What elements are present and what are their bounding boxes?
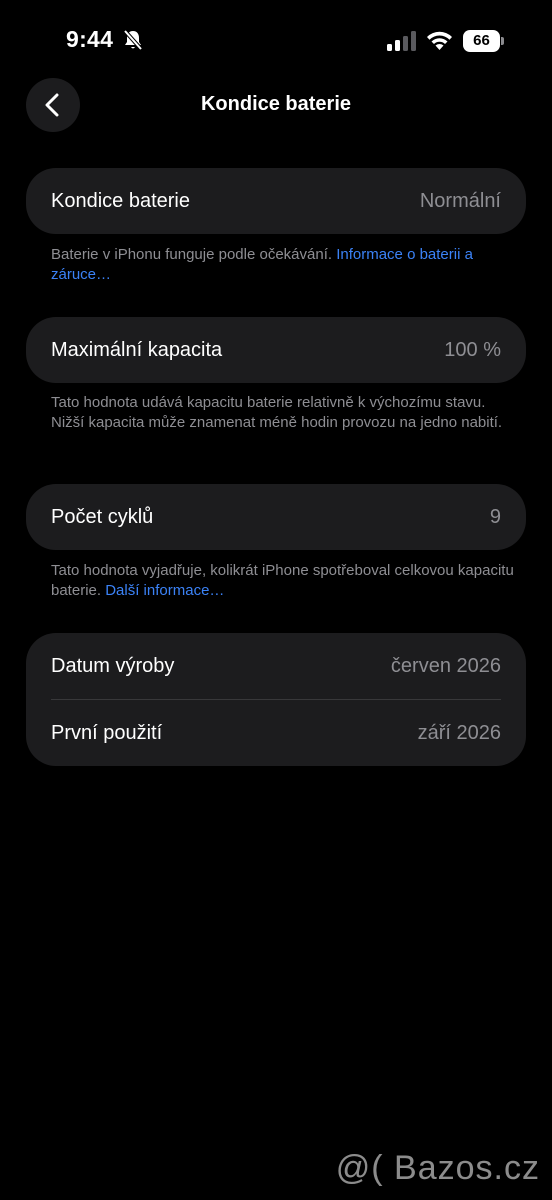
cycle-count-row: Počet cyklů 9 (26, 484, 526, 550)
page-title: Kondice baterie (200, 93, 352, 115)
battery-icon: 66 (463, 30, 505, 52)
watermark: @( Bazos.cz (335, 1149, 540, 1187)
max-capacity-value: 100 % (444, 338, 501, 361)
battery-health-label: Kondice baterie (51, 189, 190, 212)
status-time: 9:44 (66, 26, 114, 52)
battery-health-footnote-text: Baterie v iPhonu funguje podle očekávání… (51, 246, 337, 263)
first-use-row: První použití září 2026 (26, 700, 526, 766)
wifi-icon (426, 29, 453, 51)
battery-health-value: Normální (419, 189, 501, 212)
dates-card: Datum výroby červen 2026 První použití z… (26, 633, 526, 766)
battery-cap (501, 37, 504, 45)
first-use-value: září 2026 (417, 721, 501, 744)
manufacture-date-value: červen 2026 (390, 654, 501, 677)
max-capacity-label: Maximální kapacita (51, 338, 223, 361)
cycle-count-footnote: Tato hodnota vyjadřuje, kolikrát iPhone … (51, 561, 521, 601)
battery-health-footnote: Baterie v iPhonu funguje podle očekávání… (51, 245, 521, 285)
manufacture-date-label: Datum výroby (51, 654, 175, 677)
manufacture-date-row: Datum výroby červen 2026 (26, 633, 526, 699)
max-capacity-footnote: Tato hodnota udává kapacitu baterie rela… (51, 394, 503, 431)
more-info-link[interactable]: Další informace… (105, 582, 224, 599)
cycle-count-value: 9 (489, 505, 501, 528)
cellular-signal-icon (387, 31, 417, 51)
cycle-count-label: Počet cyklů (51, 505, 154, 528)
max-capacity-card: Maximální kapacita 100 % (26, 317, 526, 383)
bell-slash-icon (122, 29, 144, 51)
status-bar: 9:44 66 (0, 0, 552, 80)
battery-level: 66 (463, 30, 500, 52)
max-capacity-row: Maximální kapacita 100 % (26, 317, 526, 383)
battery-health-card: Kondice baterie Normální (26, 168, 526, 234)
first-use-label: První použití (51, 721, 163, 744)
battery-health-row: Kondice baterie Normální (26, 168, 526, 234)
cycle-count-card: Počet cyklů 9 (26, 484, 526, 550)
